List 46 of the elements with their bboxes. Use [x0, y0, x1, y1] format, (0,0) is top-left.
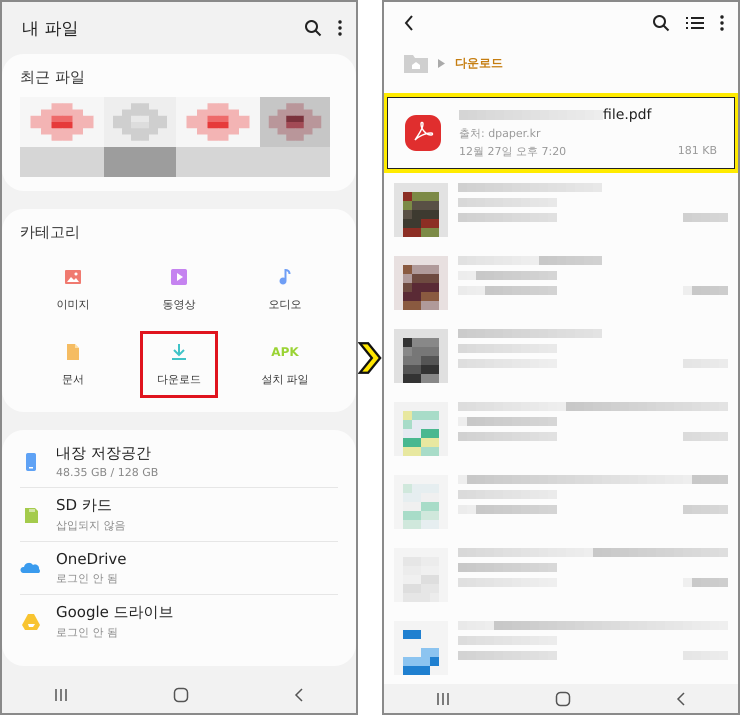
list-view-icon[interactable]	[686, 16, 704, 30]
storage-detail: 로그인 안 됨	[56, 571, 119, 586]
file-date: 12월 27일 오후 7:20	[459, 144, 566, 160]
storage-detail: 48.35 GB / 128 GB	[56, 466, 158, 479]
category-item[interactable]: 문서	[34, 331, 112, 398]
file-size: 181 KB	[678, 144, 717, 160]
search-icon[interactable]	[304, 19, 322, 37]
category-item[interactable]: 다운로드	[140, 331, 218, 398]
image-icon	[63, 267, 83, 287]
category-item[interactable]: APK 설치 파일	[246, 331, 324, 398]
recent-apps-icon[interactable]	[436, 692, 450, 706]
category-item[interactable]: 이미지	[34, 256, 112, 323]
section-title: 최근 파일	[20, 68, 86, 87]
category-item[interactable]: 동영상	[140, 256, 218, 323]
home-icon[interactable]	[172, 687, 189, 703]
category-item[interactable]: 오디오	[246, 256, 324, 323]
play-icon	[169, 267, 189, 287]
storage-name[interactable]: SD 카드	[56, 496, 126, 515]
arrow-icon	[358, 340, 382, 376]
storage-detail: 로그인 안 됨	[56, 625, 119, 640]
search-icon[interactable]	[652, 14, 670, 32]
pixelated-text	[683, 286, 728, 296]
recent-apps-icon[interactable]	[54, 688, 68, 702]
pixelated-text	[683, 578, 728, 588]
section-title: 카테고리	[20, 223, 81, 242]
more-icon[interactable]	[720, 14, 724, 31]
home-icon[interactable]	[554, 690, 571, 707]
back-icon[interactable]	[676, 692, 686, 706]
pixelated-text	[683, 213, 728, 222]
storage-name[interactable]: Google 드라이브	[56, 603, 174, 622]
apk-icon: APK	[271, 342, 299, 362]
file-row[interactable]: file.pdf 출처: dpaper.kr 12월 27일 오후 7:20 181 KB	[384, 93, 738, 174]
storage-name[interactable]: OneDrive	[56, 550, 127, 568]
file-name: file.pdf	[603, 107, 652, 124]
pixelated-text	[683, 505, 728, 514]
back-icon[interactable]	[404, 14, 414, 31]
pixelated-text	[683, 432, 728, 442]
storage-detail: 삽입되지 않음	[56, 518, 126, 533]
download-icon	[169, 342, 189, 362]
screen-title: 내 파일	[22, 18, 80, 40]
more-icon[interactable]	[338, 20, 342, 36]
pdf-icon	[405, 115, 441, 152]
chevron-icon	[438, 58, 445, 68]
storage-name[interactable]: 내장 저장공간	[56, 444, 158, 463]
file-source: 출처: dpaper.kr	[459, 126, 542, 142]
back-icon[interactable]	[294, 688, 304, 702]
